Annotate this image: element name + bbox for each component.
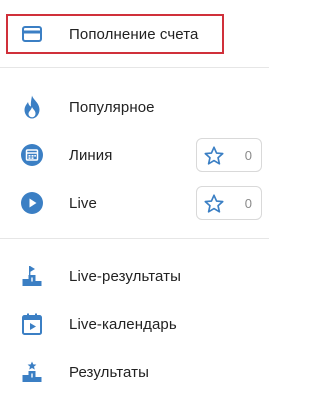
- menu-item-line[interactable]: Линия 0: [0, 138, 269, 172]
- menu-item-live-results[interactable]: Live-результаты: [0, 259, 269, 293]
- flame-icon: [18, 93, 46, 121]
- favorites-count: 0: [244, 196, 252, 211]
- calendar-grid-icon: [18, 141, 46, 169]
- menu-item-topup[interactable]: Пополнение счета: [0, 17, 269, 51]
- star-icon: [204, 194, 224, 213]
- favorites-button[interactable]: 0: [196, 186, 262, 220]
- menu-item-label: Линия: [69, 146, 113, 164]
- side-menu: Пополнение счета Популярное Линия 0 Live…: [0, 0, 269, 393]
- menu-item-label: Live-результаты: [69, 267, 182, 285]
- podium-star-icon: [18, 358, 46, 386]
- menu-item-label: Live: [69, 194, 97, 212]
- divider: [0, 238, 269, 239]
- menu-item-popular[interactable]: Популярное: [0, 90, 269, 124]
- favorites-button[interactable]: 0: [196, 138, 262, 172]
- divider: [0, 67, 269, 68]
- star-icon: [204, 146, 224, 165]
- menu-item-live-calendar[interactable]: Live-календарь: [0, 307, 269, 341]
- menu-item-live[interactable]: Live 0: [0, 186, 269, 220]
- menu-item-label: Популярное: [69, 98, 155, 116]
- card-icon: [18, 20, 46, 48]
- podium-icon: [18, 262, 46, 290]
- menu-item-results[interactable]: Результаты: [0, 355, 269, 389]
- calendar-play-icon: [18, 310, 46, 338]
- menu-item-label: Live-календарь: [69, 315, 177, 333]
- play-circle-icon: [18, 189, 46, 217]
- menu-item-label: Пополнение счета: [69, 25, 199, 43]
- favorites-count: 0: [244, 148, 252, 163]
- menu-item-label: Результаты: [69, 363, 149, 381]
